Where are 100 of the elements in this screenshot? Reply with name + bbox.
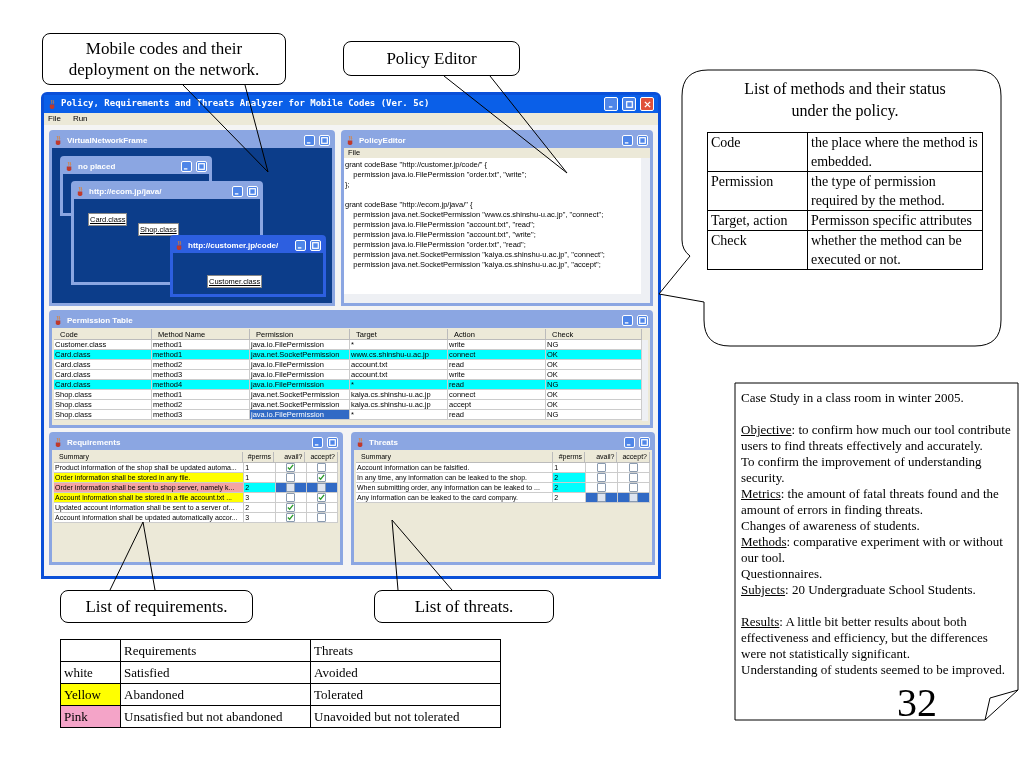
paragraph: To confirm the improvement of understanding security. xyxy=(741,454,983,486)
close-button[interactable] xyxy=(640,97,654,111)
maximize-button[interactable] xyxy=(247,186,258,197)
minimize-button[interactable] xyxy=(295,240,306,251)
checkbox[interactable] xyxy=(317,483,327,492)
maximize-icon xyxy=(321,137,328,144)
maximize-icon xyxy=(639,317,646,324)
table-cell: Permission xyxy=(708,172,808,211)
paragraph: Methods: comparative experiment with or without our tool. xyxy=(741,534,1004,566)
paragraph: Understanding of students seemed to be improved. xyxy=(741,662,1006,678)
frame-title-bar[interactable]: http://customer.jp/code/ xyxy=(173,238,323,253)
callout: List of requirements. xyxy=(60,590,253,623)
frame-title: no placed xyxy=(78,160,117,173)
cup-icon xyxy=(65,162,74,171)
cup-icon xyxy=(48,99,57,109)
cup-icon xyxy=(76,187,85,196)
minimize-button[interactable] xyxy=(312,437,323,448)
minimize-button[interactable] xyxy=(304,135,315,146)
frame-title: PolicyEditor xyxy=(359,134,407,147)
minimize-button[interactable] xyxy=(622,135,633,146)
callout: Mobile codes and their deployment on the network. xyxy=(42,33,286,85)
cup-icon xyxy=(54,316,63,325)
menu-item[interactable]: Run xyxy=(72,113,88,125)
table-cell: Satisfied xyxy=(121,662,311,684)
table-cell: Pink xyxy=(61,706,121,728)
table-cell: Target, action xyxy=(708,211,808,231)
frame-title: VirtualNetworkFrame xyxy=(67,134,149,147)
maximize-button[interactable] xyxy=(319,135,330,146)
checkbox[interactable] xyxy=(628,483,638,492)
maximize-button[interactable] xyxy=(639,437,650,448)
scrollbar[interactable] xyxy=(642,340,648,421)
table-cell: Unsatisfied but not abandoned xyxy=(121,706,311,728)
table-cell: the place where the method is embedded. xyxy=(808,133,983,172)
maximize-button[interactable] xyxy=(310,240,321,251)
maximize-button[interactable] xyxy=(637,135,648,146)
paragraph: Results: A little bit better results about both effectiveness and efficiency, but the differences were not statistically significant. xyxy=(741,614,989,662)
checkbox[interactable] xyxy=(596,493,606,502)
checkbox[interactable] xyxy=(286,513,296,522)
paragraph: Questionnaires. xyxy=(741,566,824,582)
maximize-icon xyxy=(639,137,646,144)
leader-line xyxy=(109,521,156,591)
maximize-icon xyxy=(312,242,319,249)
checkbox[interactable] xyxy=(596,463,606,472)
table-cell: white xyxy=(61,662,121,684)
checkbox[interactable] xyxy=(317,513,327,522)
menu-item[interactable]: File xyxy=(48,113,61,125)
paragraph: Subjects: 20 Undergraduate School Students. xyxy=(741,582,977,598)
checkbox[interactable] xyxy=(317,473,327,482)
checkbox[interactable] xyxy=(286,503,296,512)
minimize-button[interactable] xyxy=(604,97,618,111)
checkbox[interactable] xyxy=(596,473,606,482)
table-cell: Check xyxy=(708,231,808,270)
table-cell: Permisson specific attributes xyxy=(808,211,983,231)
minimize-button[interactable] xyxy=(624,437,635,448)
table-cell: Yellow xyxy=(61,684,121,706)
checkbox[interactable] xyxy=(286,493,296,502)
paragraph: Changes of awareness of students. xyxy=(741,518,921,534)
scrollbar[interactable] xyxy=(641,158,650,294)
close-icon xyxy=(643,100,651,108)
table-cell: Abandoned xyxy=(121,684,311,706)
checkbox[interactable] xyxy=(286,473,296,482)
maximize-button[interactable] xyxy=(622,97,636,111)
checkbox[interactable] xyxy=(628,473,638,482)
maximize-icon xyxy=(249,188,256,195)
frame-title: Requirements xyxy=(67,436,122,449)
table-cell: the type of permission required by the method. xyxy=(808,172,983,211)
cup-icon xyxy=(346,136,355,145)
checkbox[interactable] xyxy=(628,463,638,472)
scrollbar[interactable] xyxy=(344,294,650,303)
callout: List of threats. xyxy=(374,590,554,623)
cup-icon xyxy=(54,438,63,447)
maximize-icon xyxy=(329,439,336,446)
frame-title: Permission Table xyxy=(67,314,134,327)
checkbox[interactable] xyxy=(317,493,327,502)
maximize-icon xyxy=(641,439,648,446)
maximize-button[interactable] xyxy=(327,437,338,448)
maximize-icon xyxy=(625,100,633,108)
frame-title: Threats xyxy=(369,436,399,449)
callout: Policy Editor xyxy=(343,41,520,76)
cup-icon xyxy=(54,136,63,145)
minimize-button[interactable] xyxy=(622,315,633,326)
cup-icon xyxy=(175,241,184,250)
column-header: Requirements xyxy=(121,640,311,662)
page-number: 32 xyxy=(897,683,937,723)
checkbox[interactable] xyxy=(286,483,296,492)
checkbox[interactable] xyxy=(596,483,606,492)
cup-icon xyxy=(356,438,365,447)
checkbox[interactable] xyxy=(286,463,296,472)
table-cell: Code xyxy=(708,133,808,172)
bubble-title: List of methods and their status under the policy. xyxy=(743,79,947,122)
frame-title: http://ecom.jp/java/ xyxy=(89,185,163,198)
minimize-button[interactable] xyxy=(232,186,243,197)
maximize-button[interactable] xyxy=(637,315,648,326)
checkbox[interactable] xyxy=(317,503,327,512)
maximize-button[interactable] xyxy=(196,161,207,172)
minimize-button[interactable] xyxy=(181,161,192,172)
checkbox[interactable] xyxy=(628,493,638,502)
frame-title: http://customer.jp/code/ xyxy=(188,239,280,252)
table-cell: whether the method can be executed or not. xyxy=(808,231,983,270)
checkbox[interactable] xyxy=(317,463,327,472)
